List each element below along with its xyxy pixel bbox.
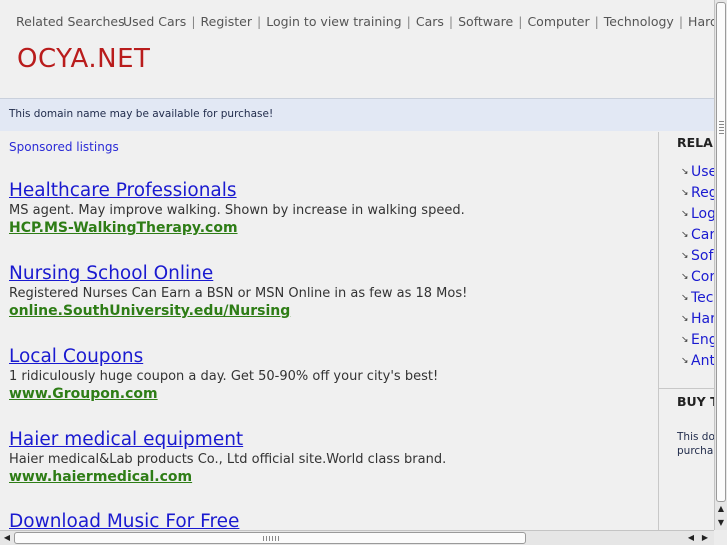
domain-notice-text[interactable]: This domain name may be available for pu… <box>9 108 273 120</box>
related-list: ↘Use ↘Reg ↘Log ↘Car ↘Sof ↘Cor ↘Tec ↘Har … <box>681 162 714 372</box>
nav-link-login[interactable]: Login to view training <box>266 14 401 29</box>
related-searches-label: Related Searches <box>16 14 125 29</box>
scroll-down-icon[interactable]: ▼ <box>715 516 727 529</box>
nav-link-register[interactable]: Register <box>201 14 252 29</box>
listing-title[interactable]: Healthcare Professionals <box>9 180 649 202</box>
related-heading: RELA <box>677 135 713 150</box>
scroll-corner <box>714 530 727 545</box>
top-nav: Related Searches Used Cars | Register | Logi… <box>0 0 714 40</box>
main-content: Sponsored listings Healthcare Profession… <box>0 132 658 530</box>
related-item[interactable]: ↘ Ant <box>681 351 714 372</box>
grip-icon <box>263 536 279 541</box>
listing-url[interactable]: HCP.MS-WalkingTherapy.com <box>9 219 649 237</box>
listing-title[interactable]: Download Music For Free <box>9 511 649 530</box>
listing: Haier medical equipment Haier medical&La… <box>9 429 649 486</box>
arrow-icon: ↘ <box>681 167 689 177</box>
arrow-icon: ↘ <box>681 230 689 240</box>
arrow-icon: ↘ <box>681 335 689 345</box>
nav-link-software[interactable]: Software <box>458 14 513 29</box>
listing-url[interactable]: www.Groupon.com <box>9 385 649 403</box>
related-item[interactable]: ↘ Sof <box>681 246 714 267</box>
listing: Local Coupons 1 ridiculously huge coupon… <box>9 346 649 403</box>
related-item[interactable]: ↘ Tec <box>681 288 714 309</box>
horizontal-scroll-thumb[interactable] <box>14 532 526 544</box>
grip-icon <box>719 121 724 135</box>
scroll-right-icon[interactable]: ▶ <box>699 532 711 544</box>
listing-desc: Haier medical&Lab products Co., Ltd offi… <box>9 452 447 467</box>
nav-link-hardware[interactable]: Hardware <box>688 14 714 29</box>
vertical-scroll-thumb[interactable] <box>716 2 726 502</box>
listing-url[interactable]: www.haiermedical.com <box>9 468 649 486</box>
listing-desc: 1 ridiculously huge coupon a day. Get 50… <box>9 369 439 384</box>
arrow-icon: ↘ <box>681 314 689 324</box>
nav-link-cars[interactable]: Cars <box>416 14 444 29</box>
sponsored-listings-label: Sponsored listings <box>9 140 119 154</box>
related-item[interactable]: ↘ Cor <box>681 267 714 288</box>
listing-desc: Registered Nurses Can Earn a BSN or MSN … <box>9 286 468 301</box>
nav-link-computer[interactable]: Computer <box>527 14 589 29</box>
scroll-left-icon[interactable]: ◀ <box>685 532 697 544</box>
arrow-icon: ↘ <box>681 251 689 261</box>
arrow-icon: ↘ <box>681 293 689 303</box>
related-sidebar: RELA ↘Use ↘Reg ↘Log ↘Car ↘Sof ↘Cor ↘Tec … <box>658 132 714 530</box>
listing-title[interactable]: Haier medical equipment <box>9 429 649 451</box>
listing-title[interactable]: Nursing School Online <box>9 263 649 285</box>
related-item[interactable]: ↘Reg <box>681 183 714 204</box>
related-item[interactable]: ↘ Log <box>681 204 714 225</box>
related-item[interactable]: ↘Use <box>681 162 714 183</box>
scroll-left-icon[interactable]: ◀ <box>1 532 13 544</box>
nav-link-technology[interactable]: Technology <box>604 14 674 29</box>
domain-notice-bar: This domain name may be available for pu… <box>0 98 714 131</box>
site-logo[interactable]: OCYA.NET <box>17 44 150 74</box>
listing: Nursing School Online Registered Nurses … <box>9 263 649 320</box>
scroll-up-icon[interactable]: ▲ <box>715 502 727 515</box>
top-nav-links: Used Cars | Register | Login to view trainin… <box>123 14 714 29</box>
sidebar-divider <box>659 388 714 389</box>
arrow-icon: ↘ <box>681 272 689 282</box>
vertical-scrollbar[interactable]: ▲ ▼ <box>714 0 727 530</box>
listing-url[interactable]: online.SouthUniversity.edu/Nursing <box>9 302 649 320</box>
related-item[interactable]: ↘ Car <box>681 225 714 246</box>
arrow-icon: ↘ <box>681 188 689 198</box>
arrow-icon: ↘ <box>681 209 689 219</box>
buy-text: This do purcha <box>677 431 714 457</box>
listing-desc: MS agent. May improve walking. Shown by … <box>9 203 465 218</box>
buy-heading: BUY T <box>677 394 714 409</box>
related-item[interactable]: ↘ Har <box>681 309 714 330</box>
arrow-icon: ↘ <box>681 356 689 366</box>
listing: Healthcare Professionals MS agent. May i… <box>9 180 649 237</box>
related-item[interactable]: ↘Eng <box>681 330 714 351</box>
horizontal-scrollbar[interactable]: ◀ ◀ ▶ <box>0 530 714 545</box>
nav-link-used-cars[interactable]: Used Cars <box>123 14 186 29</box>
listing: Download Music For Free <box>9 511 649 530</box>
listing-title[interactable]: Local Coupons <box>9 346 649 368</box>
